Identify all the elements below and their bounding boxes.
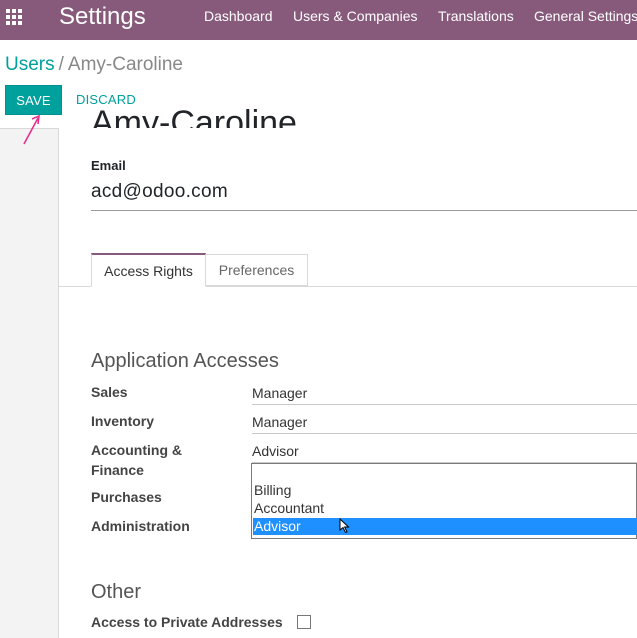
inventory-select[interactable]: Manager (252, 414, 637, 434)
dropdown-option-empty[interactable] (253, 465, 637, 482)
pointer-annotation-icon (23, 114, 40, 145)
dropdown-option-advisor[interactable]: Advisor (253, 518, 637, 535)
app-title[interactable]: Settings (59, 3, 146, 31)
dropdown-option-billing[interactable]: Billing (253, 482, 637, 499)
top-navbar: Settings Dashboard Users & Companies Tra… (0, 0, 637, 40)
nav-dashboard[interactable]: Dashboard (204, 8, 273, 24)
nav-translations[interactable]: Translations (438, 8, 514, 24)
private-addresses-checkbox[interactable] (297, 615, 311, 629)
user-name-text: Amy-Caroline (91, 104, 297, 128)
form-sheet (58, 128, 637, 638)
breadcrumb-current: Amy-Caroline (67, 54, 183, 75)
breadcrumb-users-link[interactable]: Users (5, 54, 55, 75)
tab-access-rights[interactable]: Access Rights (91, 253, 206, 287)
mouse-cursor-icon (339, 518, 350, 534)
purchases-label: Purchases (91, 489, 162, 505)
breadcrumb: Users / Amy-Caroline (5, 54, 183, 76)
application-accesses-title: Application Accesses (91, 350, 279, 372)
accounting-options-dropdown[interactable]: Billing Accountant Advisor (251, 463, 637, 539)
email-underline (91, 210, 637, 211)
accounting-finance-select[interactable]: Advisor (252, 443, 637, 463)
email-label: Email (91, 158, 126, 173)
nav-users-companies[interactable]: Users & Companies (293, 8, 418, 24)
accounting-finance-label: Accounting & Finance (91, 442, 182, 478)
breadcrumb-separator: / (58, 54, 64, 75)
sales-label: Sales (91, 384, 128, 400)
inventory-label: Inventory (91, 413, 155, 429)
email-input[interactable]: acd@odoo.com (91, 181, 228, 203)
sales-select[interactable]: Manager (252, 385, 637, 405)
dropdown-option-accountant[interactable]: Accountant (253, 500, 637, 517)
other-section-title: Other (91, 581, 142, 603)
save-button[interactable]: SAVE (5, 85, 62, 115)
apps-grid-icon[interactable] (6, 9, 24, 27)
discard-button[interactable]: DISCARD (76, 92, 136, 107)
administration-label: Administration (91, 518, 190, 534)
tab-preferences[interactable]: Preferences (206, 254, 308, 286)
private-addresses-label: Access to Private Addresses (91, 614, 283, 630)
nav-general-settings[interactable]: General Settings (534, 8, 637, 24)
